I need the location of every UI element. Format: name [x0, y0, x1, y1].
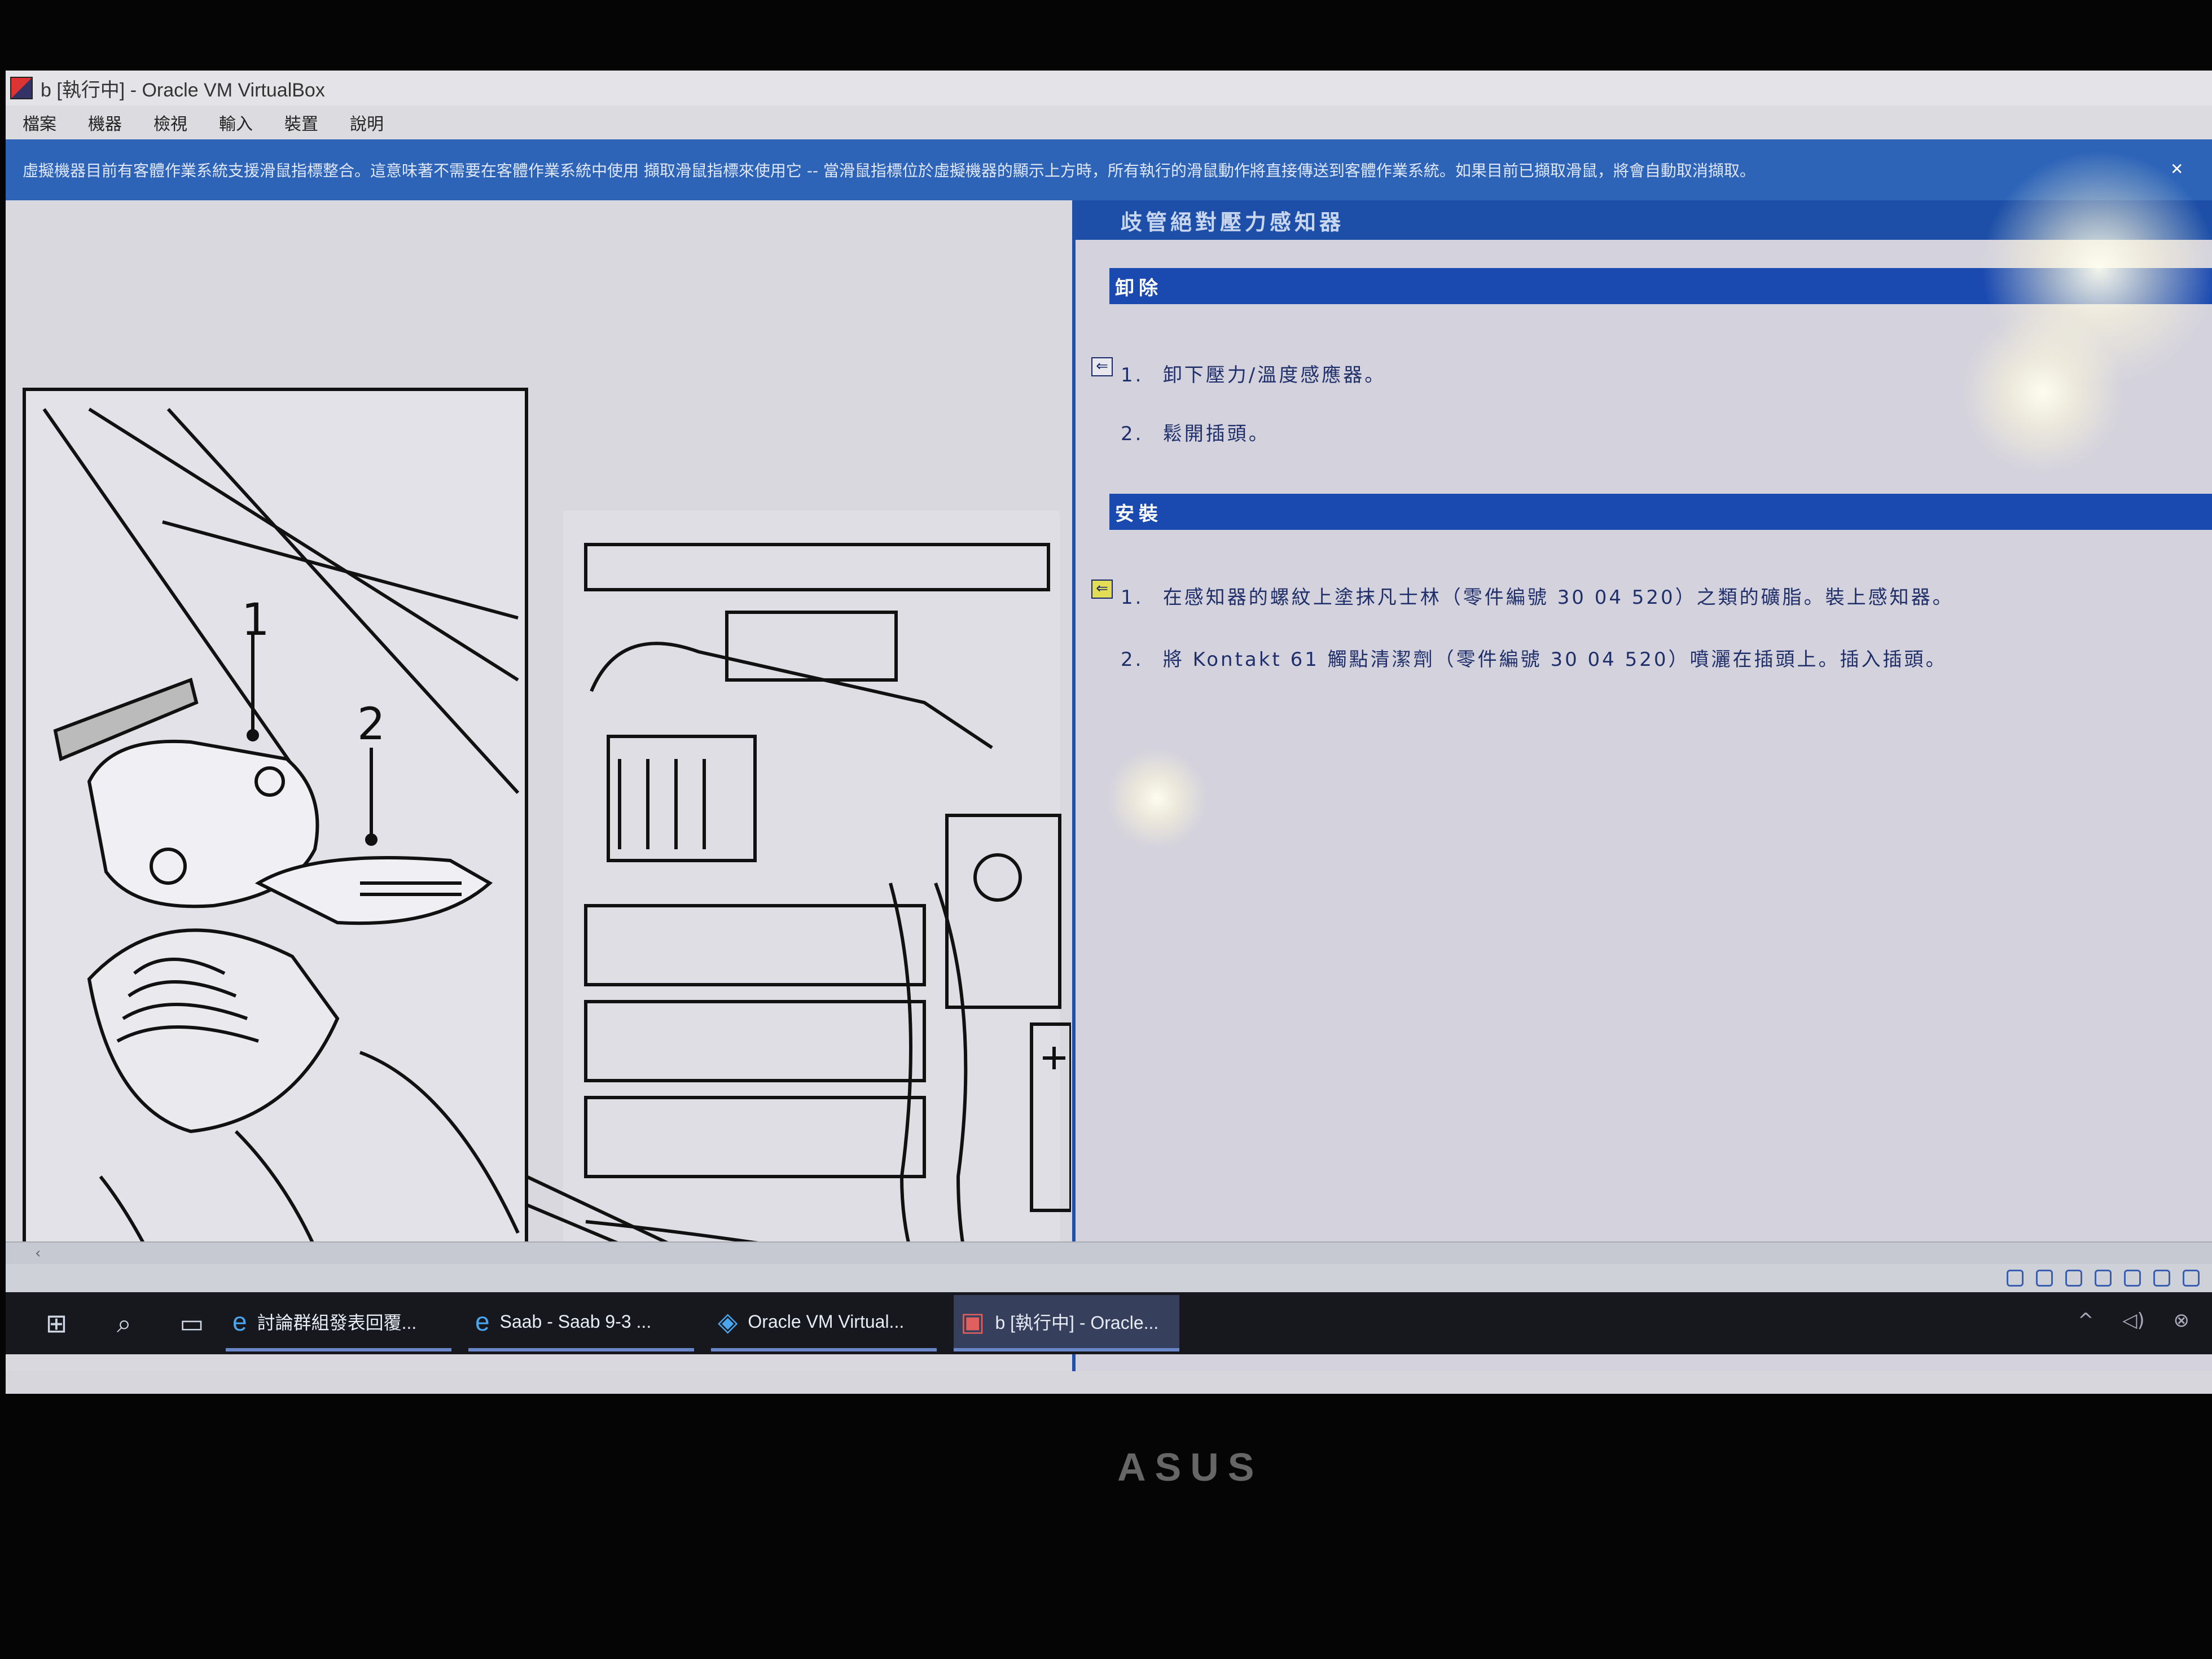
- menu-devices[interactable]: 裝置: [284, 110, 318, 135]
- callout-1-label: 1: [242, 595, 270, 646]
- step-text: 將 Kontakt 61 觸點清潔劑（零件編號 30 04 520）噴灑在插頭上…: [1162, 648, 1947, 671]
- vm-status-bar: [6, 1264, 2212, 1292]
- network-tray-icon[interactable]: ⊗: [2174, 1309, 2190, 1332]
- step-text: 卸下壓力/溫度感應器。: [1162, 364, 1386, 387]
- taskbar-app-2[interactable]: e Saab - Saab 9-3 ...: [468, 1295, 694, 1351]
- window-titlebar[interactable]: b [執行中] - Oracle VM VirtualBox: [6, 71, 2212, 106]
- menu-view[interactable]: 檢視: [153, 110, 187, 135]
- horizontal-scrollbar[interactable]: ‹: [6, 1241, 2212, 1265]
- file-explorer-icon[interactable]: ▭: [175, 1306, 209, 1340]
- taskbar-app-label: b [執行中] - Oracle...: [995, 1313, 1159, 1333]
- virtualbox-app-icon: [10, 77, 33, 99]
- callout-2-label: 2: [357, 699, 385, 750]
- taskbar-app-label: Saab - Saab 9-3 ...: [499, 1311, 652, 1332]
- menu-input[interactable]: 輸入: [219, 110, 253, 135]
- illustration-pane: 1 2: [6, 200, 1072, 1371]
- light-glare: [1106, 748, 1208, 849]
- step-number: 1.: [1121, 586, 1144, 609]
- notice-text: 虛擬機器目前有客體作業系統支援滑鼠指標整合。這意味著不需要在客體作業系統中使用 …: [23, 161, 1755, 180]
- step-number: 1.: [1121, 364, 1144, 387]
- menu-file[interactable]: 檔案: [23, 110, 56, 135]
- virtualbox-icon: ◈: [718, 1307, 738, 1336]
- removal-step-icon[interactable]: ⇐: [1091, 357, 1113, 376]
- step-number: 2.: [1121, 423, 1144, 445]
- scroll-left-icon[interactable]: ‹: [35, 1245, 41, 1262]
- optical-drive-icon[interactable]: [2036, 1270, 2053, 1287]
- system-tray: ^ ◁) ⊗: [2055, 1309, 2189, 1332]
- chevron-up-icon[interactable]: ^: [2078, 1309, 2094, 1332]
- step-text: 在感知器的螺紋上塗抹凡士林（零件編號 30 04 520）之類的礦脂。裝上感知器…: [1162, 586, 1954, 609]
- screen: b [執行中] - Oracle VM VirtualBox 檔案 機器 檢視 …: [6, 71, 2212, 1394]
- search-icon[interactable]: ⌕: [107, 1306, 141, 1340]
- light-glare: [1958, 313, 2127, 471]
- hard-disk-icon[interactable]: [2007, 1270, 2024, 1287]
- network-icon[interactable]: [2065, 1270, 2082, 1287]
- ie-icon: e: [232, 1307, 247, 1336]
- step-number: 2.: [1121, 648, 1144, 671]
- display-icon[interactable]: [2153, 1270, 2170, 1287]
- removal-step-1: 1. 卸下壓力/溫度感應器。: [1121, 359, 1386, 387]
- install-step-2: 2. 將 Kontakt 61 觸點清潔劑（零件編號 30 04 520）噴灑在…: [1121, 644, 1947, 672]
- menu-help[interactable]: 說明: [350, 110, 384, 135]
- step-text: 鬆開插頭。: [1162, 423, 1270, 445]
- taskbar-app-4[interactable]: ▣ b [執行中] - Oracle...: [954, 1295, 1179, 1351]
- volume-icon[interactable]: ◁): [2122, 1309, 2144, 1332]
- taskbar-app-3[interactable]: ◈ Oracle VM Virtual...: [711, 1295, 937, 1351]
- menu-machine[interactable]: 機器: [88, 110, 122, 135]
- window-title: b [執行中] - Oracle VM VirtualBox: [41, 79, 325, 101]
- vm-icon: ▣: [960, 1307, 985, 1336]
- bezel-logo: ASUS: [1117, 1445, 1263, 1489]
- taskbar-app-1[interactable]: e 討論群組發表回覆...: [226, 1295, 451, 1351]
- menu-bar: 檔案 機器 檢視 輸入 裝置 說明: [6, 106, 2212, 139]
- ie-icon: e: [475, 1307, 490, 1336]
- engine-illustration: 1 2: [23, 388, 1071, 1350]
- taskbar-app-label: 討論群組發表回覆...: [257, 1313, 417, 1333]
- install-section-header: 安裝: [1109, 494, 2212, 530]
- windows-start-icon[interactable]: ⊞: [40, 1306, 73, 1340]
- usb-icon[interactable]: [2095, 1270, 2112, 1287]
- install-step-icon[interactable]: ⇐: [1091, 580, 1113, 599]
- taskbar-app-label: Oracle VM Virtual...: [748, 1311, 905, 1332]
- mouse-integration-notice: 虛擬機器目前有客體作業系統支援滑鼠指標整合。這意味著不需要在客體作業系統中使用 …: [6, 139, 2212, 200]
- windows-taskbar: ⊞ ⌕ ▭ e 討論群組發表回覆... e Saab - Saab 9-3 ..…: [6, 1292, 2212, 1354]
- host-key-icon[interactable]: [2183, 1270, 2200, 1287]
- install-step-1: 1. 在感知器的螺紋上塗抹凡士林（零件編號 30 04 520）之類的礦脂。裝上…: [1121, 582, 1954, 609]
- removal-step-2: 2. 鬆開插頭。: [1121, 418, 1270, 446]
- shared-folder-icon[interactable]: [2124, 1270, 2141, 1287]
